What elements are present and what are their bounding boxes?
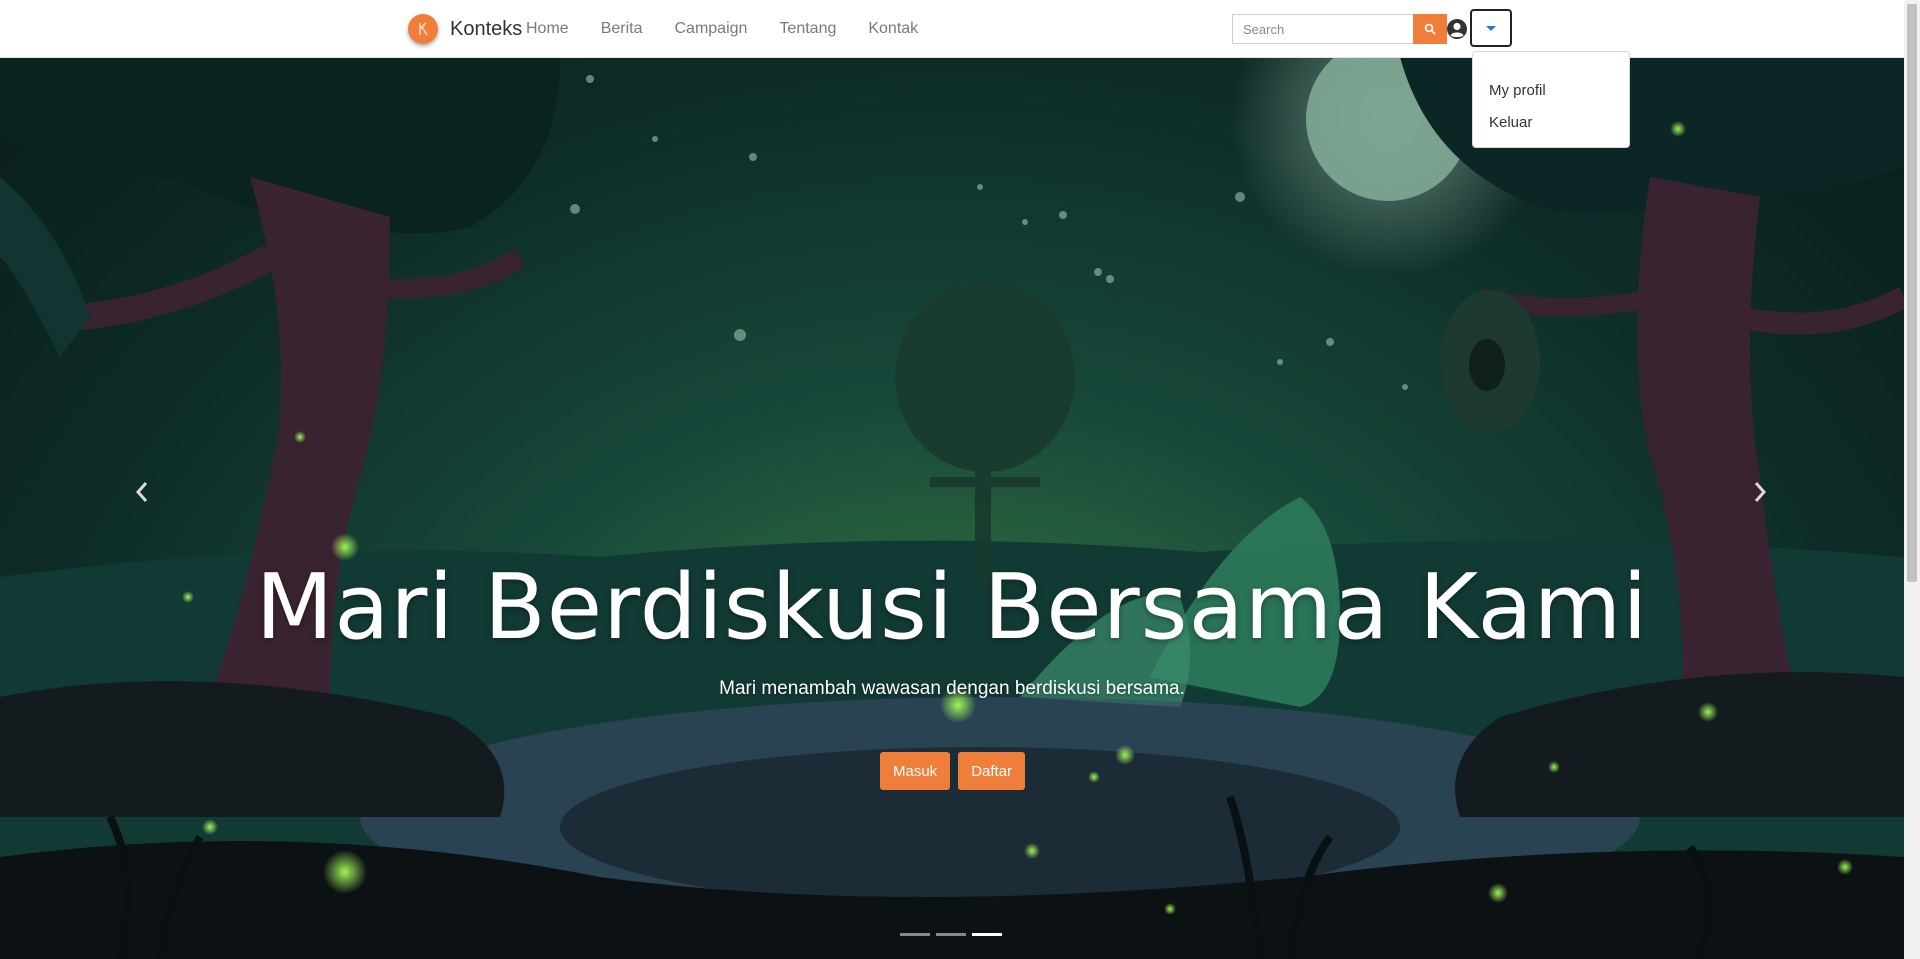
- search-icon: [1424, 23, 1436, 35]
- brand[interactable]: Konteks: [408, 12, 522, 46]
- caret-down-icon: [1486, 25, 1496, 31]
- search-button[interactable]: [1413, 14, 1447, 44]
- user-dropdown-toggle[interactable]: [1470, 9, 1512, 47]
- carousel-indicators: [900, 933, 1002, 936]
- menu-item-keluar[interactable]: Keluar: [1489, 114, 1532, 131]
- nav-link-home[interactable]: Home: [526, 20, 569, 38]
- brand-logo-icon: [408, 14, 438, 44]
- forest-background-image: [0, 57, 1904, 959]
- carousel-indicator-3[interactable]: [972, 933, 1002, 936]
- menu-item-my-profil[interactable]: My profil: [1489, 82, 1546, 99]
- chevron-right-icon: [1754, 482, 1767, 502]
- page-scrollbar[interactable]: [1904, 0, 1920, 959]
- carousel-prev-button[interactable]: [122, 462, 162, 522]
- nav-link-campaign[interactable]: Campaign: [674, 20, 747, 38]
- nav-link-kontak[interactable]: Kontak: [868, 20, 918, 38]
- navbar: Konteks Home Berita Campaign Tentang Kon…: [0, 0, 1904, 58]
- brand-name: Konteks: [450, 17, 523, 40]
- carousel-indicator-2[interactable]: [936, 933, 966, 936]
- nav-link-berita[interactable]: Berita: [601, 20, 643, 38]
- carousel-next-button[interactable]: [1740, 462, 1780, 522]
- login-button[interactable]: Masuk: [880, 752, 951, 790]
- hero-title: Mari Berdiskusi Bersama Kami: [255, 555, 1649, 660]
- search-form: [1232, 14, 1447, 44]
- nav-links: Home Berita Campaign Tentang Kontak: [526, 0, 950, 57]
- user-circle-icon[interactable]: [1446, 18, 1468, 40]
- hero-actions: Masuk Daftar: [880, 752, 1026, 790]
- carousel-indicator-1[interactable]: [900, 933, 930, 936]
- search-input[interactable]: [1232, 14, 1413, 44]
- register-button[interactable]: Daftar: [958, 752, 1026, 790]
- scrollbar-thumb[interactable]: [1907, 4, 1917, 582]
- hero-carousel: Mari Berdiskusi Bersama Kami Mari menamb…: [0, 57, 1904, 959]
- hero-subtitle: Mari menambah wawasan dengan berdiskusi …: [719, 678, 1185, 699]
- user-dropdown-menu: My profil Keluar: [1472, 51, 1630, 148]
- chevron-left-icon: [135, 482, 148, 502]
- nav-link-tentang[interactable]: Tentang: [779, 20, 836, 38]
